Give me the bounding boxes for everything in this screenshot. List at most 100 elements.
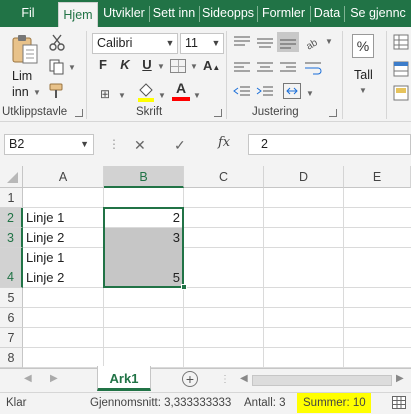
cell-b2[interactable]: 2 [104,208,180,228]
tab-view[interactable]: Se gjennc [345,0,411,27]
paste-label-1[interactable]: Lim [12,69,32,83]
next-sheet-icon[interactable]: ▶ [50,373,58,384]
chevron-down-icon[interactable]: ▼ [359,86,367,95]
chevron-down-icon[interactable]: ▼ [118,91,126,100]
row-header-8[interactable]: 8 [0,348,23,368]
name-box[interactable]: B2 ▼ [4,134,94,155]
alignment-group-label: Justering [252,106,299,118]
column-header-b[interactable]: B [104,166,184,188]
increase-font-icon[interactable]: A▲ [203,58,220,73]
column-header-c[interactable]: C [184,166,264,188]
row-header-2[interactable]: 2 [0,208,23,228]
gridline [343,188,344,368]
row-header-3[interactable]: 3 [0,228,23,248]
bold-button[interactable]: F [96,55,110,75]
row-header-5[interactable]: 5 [0,288,23,308]
decrease-indent-icon[interactable] [233,85,251,99]
cell-a4-line1[interactable]: Linje 1 [26,248,64,268]
conditional-format-icon[interactable] [393,34,409,50]
font-color-dropdown-icon[interactable]: ▼ [193,91,201,100]
cell-styles-icon[interactable] [393,85,409,101]
gridline [23,227,411,228]
copy-icon[interactable] [48,58,66,76]
column-header-e[interactable]: E [344,166,411,188]
paste-dropdown-icon[interactable]: ▼ [33,88,41,97]
tab-developer[interactable]: Utvikler [100,0,148,27]
font-launcher-icon[interactable] [214,109,222,117]
row-header-1[interactable]: 1 [0,188,23,208]
enter-icon[interactable]: ✓ [174,137,186,154]
align-middle-icon[interactable] [256,35,274,49]
align-left-icon[interactable] [233,61,251,75]
cell-a4-line2[interactable]: Linje 2 [26,268,64,288]
chevron-down-icon[interactable]: ▼ [306,89,314,98]
copy-dropdown-icon[interactable]: ▼ [68,63,76,72]
column-header-d[interactable]: D [264,166,344,188]
borders-dropdown-icon[interactable]: ▼ [190,62,198,71]
borders-small-icon[interactable]: ⊞ [100,87,110,101]
row-header-6[interactable]: 6 [0,308,23,328]
tab-data[interactable]: Data [311,0,343,27]
tab-formulas[interactable]: Formler [258,0,309,27]
align-right-icon[interactable] [279,61,297,75]
fill-color-dropdown-icon[interactable]: ▼ [158,91,166,100]
cell-b3[interactable]: 3 [104,228,180,248]
insert-function-button[interactable]: fx [218,135,230,150]
increase-indent-icon[interactable] [256,85,274,99]
add-sheet-icon[interactable]: + [182,371,198,387]
chevron-down-icon[interactable]: ▼ [325,37,333,46]
status-sum: Summer: 10 [303,397,366,409]
gridline [23,347,411,348]
horizontal-scrollbar[interactable] [252,375,392,386]
scroll-right-icon[interactable]: ▶ [396,373,404,384]
column-header-a[interactable]: A [23,166,104,188]
fill-color-icon[interactable] [136,81,156,103]
formula-input[interactable]: 2 [248,134,411,155]
cancel-icon[interactable]: ✕ [134,137,146,154]
paste-label-2[interactable]: inn [12,85,29,99]
fill-handle[interactable] [181,284,187,290]
merge-center-icon[interactable] [283,83,301,99]
font-size-value: 11 [185,36,198,50]
row-header-7[interactable]: 7 [0,328,23,348]
wrap-text-icon[interactable] [304,60,322,76]
format-painter-icon[interactable] [48,82,66,100]
table-format-icon[interactable] [393,61,409,77]
orientation-icon[interactable]: ab [304,34,322,52]
tab-insert[interactable]: Sett inn [150,0,198,27]
number-format-button[interactable]: Tall [354,68,373,82]
group-separator [86,31,87,119]
normal-view-icon[interactable] [392,396,406,409]
paste-icon[interactable] [10,33,40,67]
cell-b4[interactable]: 5 [104,268,180,288]
tab-page-layout[interactable]: Sideopps [200,0,256,27]
underline-dropdown-icon[interactable]: ▼ [157,62,165,71]
ribbon: Lim inn ▼ ▼ Utklippstavle Calibri ▼ 11 ▼… [0,27,411,122]
tab-file[interactable]: Fil [0,0,56,27]
font-color-icon[interactable]: A [172,80,190,102]
italic-button[interactable]: K [118,55,132,75]
alignment-launcher-icon[interactable] [329,109,337,117]
cell-a2[interactable]: Linje 1 [26,208,64,228]
percent-icon: % [352,34,374,58]
name-box-value: B2 [9,137,25,151]
align-top-icon[interactable] [233,35,251,49]
sheet-tab-ark1[interactable]: Ark1 [97,366,151,391]
borders-icon[interactable] [170,59,186,73]
select-all-button[interactable] [0,166,23,188]
chevron-down-icon[interactable]: ▼ [80,135,89,154]
align-bottom-icon[interactable] [277,32,299,52]
cell-a3[interactable]: Linje 2 [26,228,64,248]
clipboard-launcher-icon[interactable] [75,109,83,117]
align-center-icon[interactable] [256,61,274,75]
row-header-4[interactable]: 4 [0,248,23,288]
scroll-left-icon[interactable]: ◀ [240,373,248,384]
tab-home[interactable]: Hjem [58,2,98,27]
status-count: Antall: 3 [244,397,286,409]
font-name-select[interactable]: Calibri ▼ [92,33,178,54]
font-size-select[interactable]: 11 ▼ [180,33,224,54]
cut-icon[interactable] [48,33,66,51]
prev-sheet-icon[interactable]: ◀ [24,373,32,384]
underline-button[interactable]: U [140,55,154,75]
chevron-down-icon: ▼ [211,38,221,48]
